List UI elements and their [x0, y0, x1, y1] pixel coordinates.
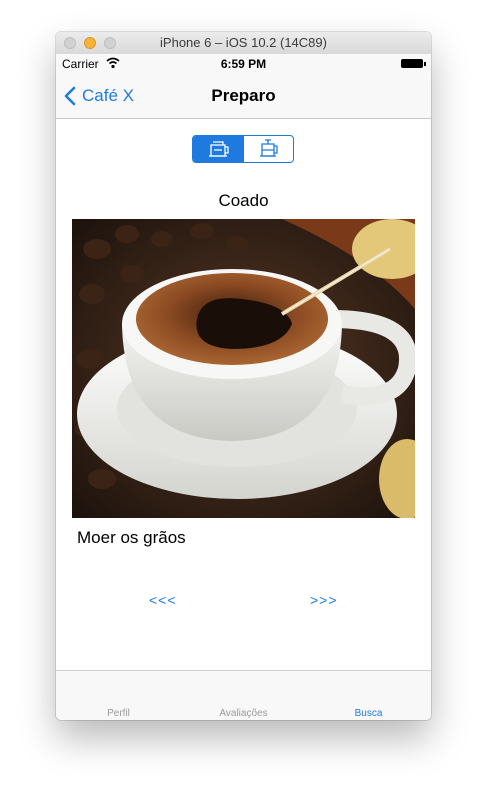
tab-perfil[interactable]: Perfil — [56, 671, 181, 720]
tab-label: Avaliações — [219, 708, 268, 719]
window-title: iPhone 6 – iOS 10.2 (14C89) — [160, 35, 327, 50]
tab-label: Busca — [354, 708, 383, 719]
status-time: 6:59 PM — [220, 57, 267, 71]
brew-method-title: Coado — [218, 191, 269, 210]
tab-avaliacoes[interactable]: Avaliações — [181, 671, 306, 720]
window-titlebar: iPhone 6 – iOS 10.2 (14C89) — [56, 32, 431, 55]
next-step-button[interactable]: >>> — [310, 592, 338, 608]
segment-french-press[interactable] — [242, 136, 294, 162]
tab-busca[interactable]: Busca — [306, 671, 431, 720]
french-press-icon — [260, 139, 278, 157]
coffee-cup-image — [72, 219, 415, 518]
tab-label: Perfil — [107, 708, 130, 719]
previous-step-button[interactable]: <<< — [149, 592, 177, 608]
navigation-bar: Café X Preparo — [56, 74, 431, 119]
simulator-window: iPhone 6 – iOS 10.2 (14C89) Carrier 6:59… — [56, 32, 431, 720]
page-title: Preparo — [211, 86, 276, 105]
segment-coffee-pot[interactable] — [193, 136, 243, 162]
battery-icon — [401, 59, 426, 68]
brew-method-segmented-control[interactable] — [192, 135, 294, 163]
step-description: Moer os grãos — [77, 528, 186, 547]
tab-bar: Perfil Avaliações Busca — [56, 670, 431, 720]
coffee-pot-icon — [208, 141, 229, 157]
status-bar: Carrier 6:59 PM — [56, 54, 431, 74]
